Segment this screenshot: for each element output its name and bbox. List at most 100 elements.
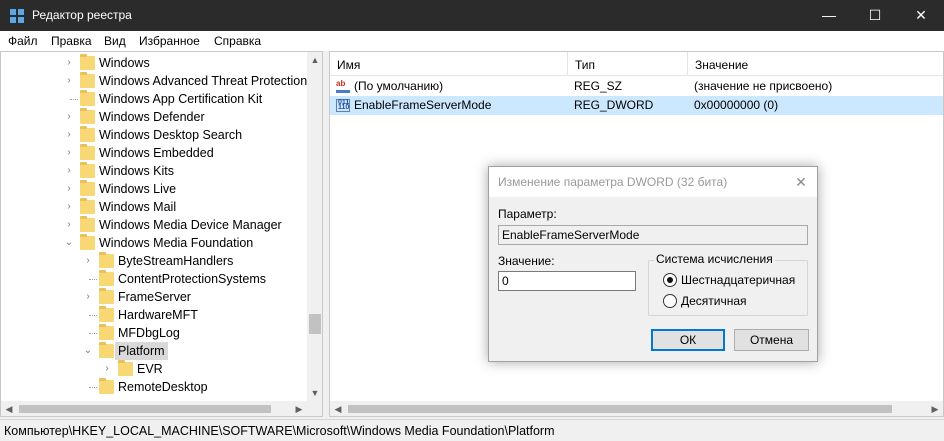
window-title: Редактор реестра <box>32 8 132 22</box>
tree-horizontal-scrollbar[interactable]: ◀ ▶ <box>1 401 307 416</box>
tree-item-label: Windows Mail <box>99 200 177 214</box>
radio-decimal[interactable] <box>663 294 677 308</box>
tree-item[interactable]: › FrameServer <box>1 288 307 306</box>
tree-item[interactable]: › Windows Live <box>1 180 307 198</box>
tree-item[interactable]: › Windows Mail <box>1 198 307 216</box>
close-button[interactable]: ✕ <box>898 0 944 31</box>
tree-hscroll-thumb[interactable] <box>19 405 271 413</box>
edit-dword-dialog: Изменение параметра DWORD (32 бита) ✕ Па… <box>488 166 818 362</box>
list-item[interactable]: 011 110 EnableFrameServerMode REG_DWORD 0x0… <box>330 96 943 115</box>
collapse-arrow-icon[interactable]: ⌄ <box>64 234 74 252</box>
folder-icon <box>99 288 114 304</box>
title-bar: Редактор реестра — ☐ ✕ <box>0 0 944 31</box>
collapse-arrow-icon[interactable]: ⌄ <box>83 342 93 360</box>
column-separator[interactable] <box>687 52 688 76</box>
expand-arrow-icon[interactable]: › <box>64 126 74 144</box>
tree-item[interactable]: ⌄ Windows Media Foundation <box>1 234 307 252</box>
tree-item-label: Windows Embedded <box>99 146 214 160</box>
expand-arrow-icon[interactable]: › <box>64 72 74 90</box>
dialog-title: Изменение параметра DWORD (32 бита) <box>498 175 728 189</box>
folder-icon <box>99 306 114 322</box>
value-value-cell: 0x00000000 (0) <box>694 98 779 112</box>
radio-hexadecimal[interactable] <box>663 273 677 287</box>
column-header-value[interactable]: Значение <box>695 58 748 72</box>
list-horizontal-scrollbar[interactable]: ◀ ▶ <box>330 401 943 416</box>
minimize-button[interactable]: — <box>806 0 852 31</box>
tree-item[interactable]: › ByteStreamHandlers <box>1 252 307 270</box>
radio-hexadecimal-label[interactable]: Шестнадцатеричная <box>681 273 795 287</box>
tree-item[interactable]: ContentProtectionSystems <box>1 270 307 288</box>
value-data-input[interactable]: 0 <box>498 271 636 291</box>
expand-arrow-icon[interactable]: › <box>64 198 74 216</box>
menu-file[interactable]: Файл <box>8 34 38 48</box>
ok-button[interactable]: ОК <box>651 329 725 351</box>
tree-item[interactable]: HardwareMFT <box>1 306 307 324</box>
tree-connector <box>89 387 97 388</box>
tree-item[interactable]: ⌄ Platform <box>1 342 307 360</box>
tree-connector <box>70 99 78 100</box>
list-header: Имя Тип Значение <box>330 52 943 76</box>
tree-item-label: Windows Kits <box>99 164 175 178</box>
column-header-name[interactable]: Имя <box>337 58 360 72</box>
tree-connector <box>89 315 97 316</box>
tree-scroll-thumb[interactable] <box>309 314 321 334</box>
expand-arrow-icon[interactable]: › <box>83 252 93 270</box>
menu-view[interactable]: Вид <box>104 34 126 48</box>
folder-icon <box>80 162 95 178</box>
parameter-name-field[interactable]: EnableFrameServerMode <box>498 225 808 245</box>
folder-icon <box>80 180 95 196</box>
expand-arrow-icon[interactable]: › <box>64 54 74 72</box>
string-value-icon: ab <box>336 80 350 93</box>
tree-item[interactable]: RemoteDesktop <box>1 378 307 396</box>
menu-edit[interactable]: Правка <box>51 34 92 48</box>
tree-item[interactable]: › Windows Kits <box>1 162 307 180</box>
radio-decimal-label[interactable]: Десятичная <box>681 294 747 308</box>
expand-arrow-icon[interactable]: › <box>64 144 74 162</box>
registry-key-tree[interactable]: › Windows › Windows Advanced Threat Protect… <box>0 51 323 417</box>
column-header-type[interactable]: Тип <box>575 58 595 72</box>
tree-vertical-scrollbar[interactable]: ▲ ▼ <box>307 52 322 401</box>
scroll-left-arrow-icon[interactable]: ◀ <box>1 401 17 416</box>
expand-arrow-icon[interactable]: › <box>64 108 74 126</box>
column-separator[interactable] <box>567 52 568 76</box>
tree-item-label: MFDbgLog <box>118 326 180 340</box>
tree-item[interactable]: › Windows Defender <box>1 108 307 126</box>
dialog-close-icon[interactable]: ✕ <box>789 172 813 192</box>
tree-item[interactable]: Windows App Certification Kit <box>1 90 307 108</box>
menu-help[interactable]: Справка <box>214 34 261 48</box>
maximize-button[interactable]: ☐ <box>852 0 898 31</box>
folder-icon <box>99 342 114 358</box>
tree-item[interactable]: › EVR <box>1 360 307 378</box>
folder-icon <box>99 324 114 340</box>
tree-item[interactable]: › Windows Advanced Threat Protection <box>1 72 307 90</box>
expand-arrow-icon[interactable]: › <box>102 360 112 378</box>
folder-icon <box>80 216 95 232</box>
scroll-right-arrow-icon[interactable]: ▶ <box>291 401 307 416</box>
tree-item-label: Windows Media Foundation <box>99 236 254 250</box>
scroll-right-arrow-icon[interactable]: ▶ <box>927 401 943 416</box>
tree-item-label: Windows Media Device Manager <box>99 218 282 232</box>
expand-arrow-icon[interactable]: › <box>64 162 74 180</box>
tree-connector <box>89 279 97 280</box>
tree-item[interactable]: › Windows Desktop Search <box>1 126 307 144</box>
tree-item[interactable]: › Windows <box>1 54 307 72</box>
list-hscroll-thumb[interactable] <box>348 405 892 413</box>
scroll-down-arrow-icon[interactable]: ▼ <box>307 385 322 401</box>
expand-arrow-icon[interactable]: › <box>83 288 93 306</box>
dword-value-icon: 011 110 <box>336 99 350 112</box>
tree-item[interactable]: MFDbgLog <box>1 324 307 342</box>
scroll-up-arrow-icon[interactable]: ▲ <box>307 52 322 68</box>
tree-item[interactable]: › Windows Embedded <box>1 144 307 162</box>
expand-arrow-icon[interactable]: › <box>64 180 74 198</box>
tree-item[interactable]: › Windows Media Device Manager <box>1 216 307 234</box>
cancel-button[interactable]: Отмена <box>734 329 809 351</box>
tree-item-label: ContentProtectionSystems <box>118 272 266 286</box>
expand-arrow-icon[interactable]: › <box>64 216 74 234</box>
parameter-label: Параметр: <box>498 207 557 221</box>
tree-item-label: Windows Live <box>99 182 177 196</box>
list-item[interactable]: ab (По умолчанию) REG_SZ (значение не присв… <box>330 77 943 96</box>
folder-icon <box>80 54 95 70</box>
folder-icon <box>80 144 95 160</box>
menu-favorites[interactable]: Избранное <box>139 34 200 48</box>
scroll-left-arrow-icon[interactable]: ◀ <box>330 401 346 416</box>
